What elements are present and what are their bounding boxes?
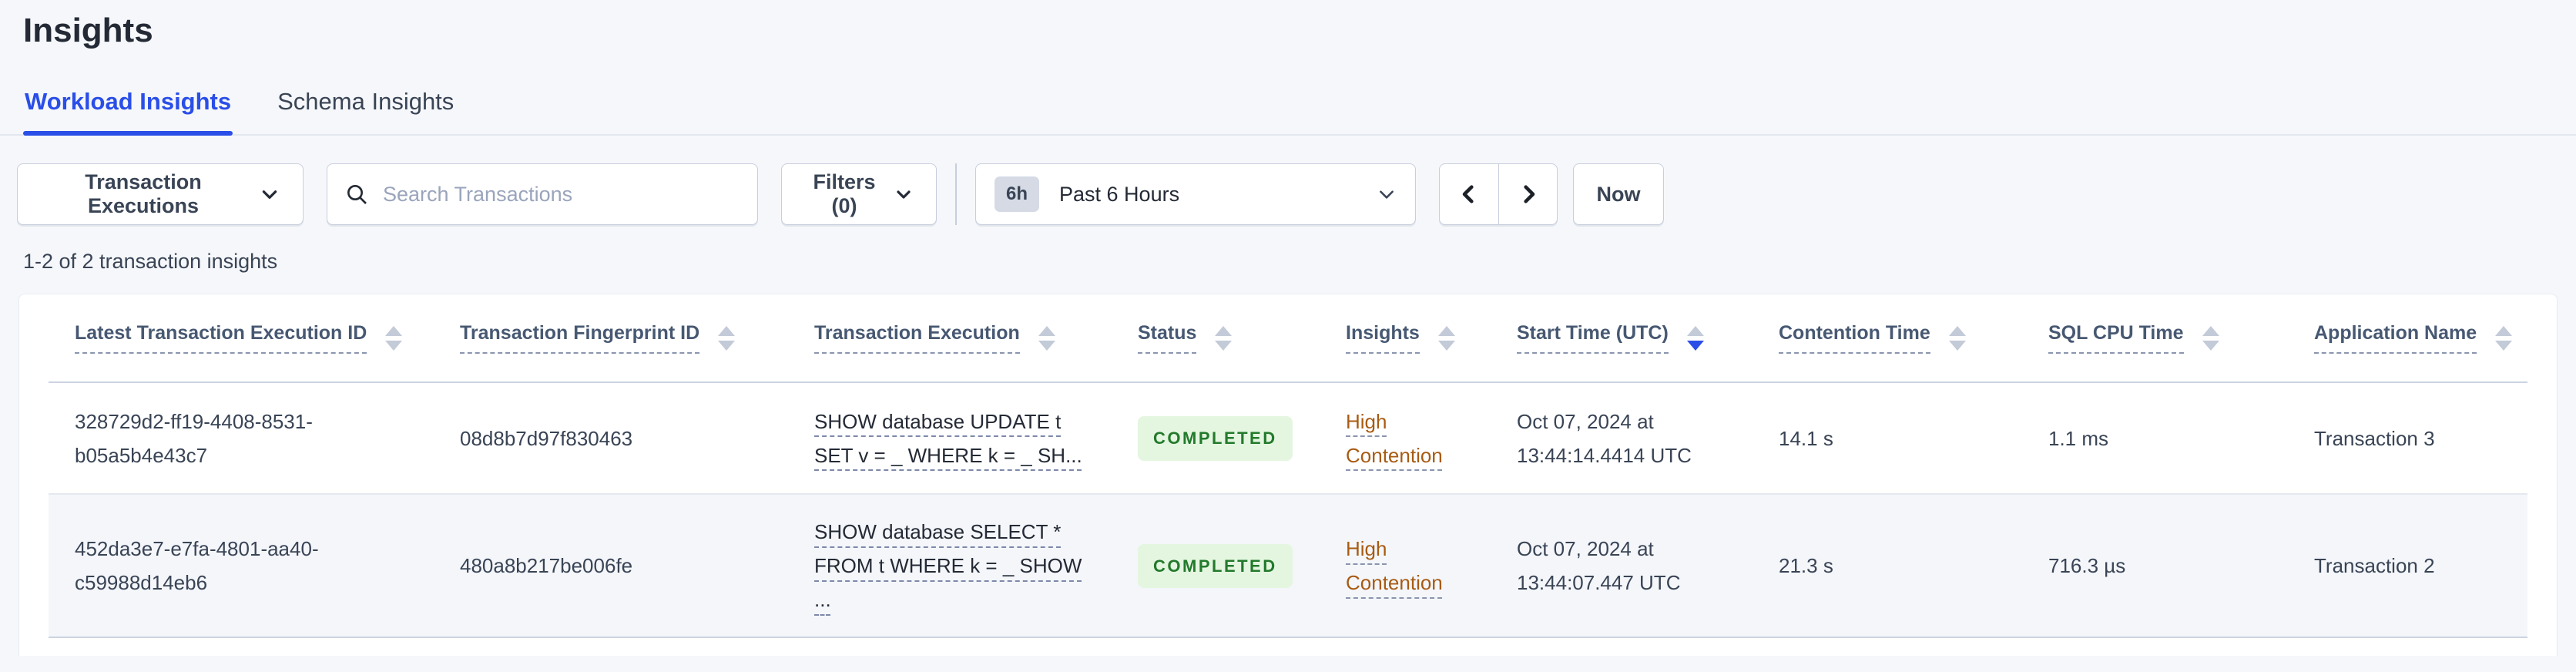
sort-arrows-icon <box>1948 325 1966 351</box>
toolbar: Transaction Executions Filters (0) 6h Pa… <box>17 163 2576 226</box>
table-row: 328729d2-ff19-4408-8531-b05a5b4e43c7 08d… <box>49 383 2527 496</box>
transaction-execution-link[interactable]: SHOW database SELECT * FROM t WHERE k = … <box>814 520 1082 611</box>
table-row: 452da3e7-e7fa-4801-aa40-c59988d14eb6 480… <box>49 495 2527 639</box>
toolbar-divider <box>955 163 957 226</box>
page-title: Insights <box>23 12 153 49</box>
sort-arrows-icon <box>1686 325 1704 351</box>
contention-time-cell: 14.1 s <box>1779 426 1833 450</box>
transaction-execution-link[interactable]: SHOW database UPDATE t SET v = _ WHERE k… <box>814 410 1082 467</box>
column-header-latest-transaction-execution-id[interactable]: Latest Transaction Execution ID <box>49 322 434 354</box>
sql-cpu-time-cell: 1.1 ms <box>2048 426 2109 450</box>
high-contention-link[interactable]: High Contention <box>1346 410 1443 467</box>
chevron-down-icon <box>1377 184 1397 204</box>
column-header-transaction-execution[interactable]: Transaction Execution <box>788 322 1112 354</box>
time-range-pager <box>1439 163 1558 226</box>
now-button-label: Now <box>1596 182 1641 206</box>
transaction-execution-cell: SHOW database SELECT * FROM t WHERE k = … <box>788 515 1112 617</box>
sort-arrows-icon <box>1437 325 1455 351</box>
sort-arrows-icon <box>385 325 403 351</box>
chevron-left-icon <box>1457 180 1481 208</box>
insights-cell: High Contention <box>1320 405 1491 472</box>
search-box <box>327 163 758 226</box>
search-input[interactable] <box>381 181 740 207</box>
sort-arrows-icon <box>718 325 736 351</box>
application-name-cell: Transaction 2 <box>2314 554 2435 578</box>
insights-cell: High Contention <box>1320 532 1491 600</box>
application-name-cell: Transaction 3 <box>2314 426 2435 450</box>
status-badge: COMPLETED <box>1138 543 1293 589</box>
latest-execution-id-cell: 452da3e7-e7fa-4801-aa40-c59988d14eb6 <box>75 537 319 595</box>
start-time-cell: Oct 07, 2024 at 13:44:14.4414 UTC <box>1517 409 1692 467</box>
transaction-insights-table: Latest Transaction Execution ID Transact… <box>49 294 2527 639</box>
high-contention-link[interactable]: High Contention <box>1346 537 1443 594</box>
tab-workload-insights[interactable]: Workload Insights <box>23 85 233 136</box>
chevron-down-icon <box>260 184 280 204</box>
filters-label: Filters (0) <box>813 170 876 218</box>
latest-execution-id-cell: 328729d2-ff19-4408-8531-b05a5b4e43c7 <box>75 409 313 467</box>
column-header-insights[interactable]: Insights <box>1320 322 1491 354</box>
chevron-down-icon <box>894 185 913 203</box>
execution-type-dropdown[interactable]: Transaction Executions <box>17 163 304 226</box>
table-header-row: Latest Transaction Execution ID Transact… <box>49 294 2527 384</box>
sort-arrows-icon <box>2495 325 2513 351</box>
status-cell: COMPLETED <box>1112 543 1320 589</box>
insights-table-card: Latest Transaction Execution ID Transact… <box>18 294 2558 657</box>
fingerprint-id-cell: 480a8b217be006fe <box>460 554 633 578</box>
start-time-cell: Oct 07, 2024 at 13:44:07.447 UTC <box>1517 537 1681 595</box>
sort-arrows-icon <box>2202 325 2219 351</box>
time-range-badge: 6h <box>995 176 1040 213</box>
time-range-label: Past 6 Hours <box>1059 182 1180 206</box>
results-summary: 1-2 of 2 transaction insights <box>23 250 278 274</box>
next-time-range-button[interactable] <box>1498 163 1558 226</box>
fingerprint-id-cell: 08d8b7d97f830463 <box>460 426 633 450</box>
tabs: Workload Insights Schema Insights <box>0 85 2576 136</box>
search-icon <box>344 182 369 207</box>
sort-arrows-icon <box>1215 325 1233 351</box>
tab-schema-insights[interactable]: Schema Insights <box>276 85 455 134</box>
column-header-transaction-fingerprint-id[interactable]: Transaction Fingerprint ID <box>434 322 788 354</box>
column-header-start-time[interactable]: Start Time (UTC) <box>1491 322 1753 354</box>
column-header-contention-time[interactable]: Contention Time <box>1753 322 2022 354</box>
column-header-sql-cpu-time[interactable]: SQL CPU Time <box>2022 322 2288 354</box>
transaction-execution-cell: SHOW database UPDATE t SET v = _ WHERE k… <box>788 405 1112 472</box>
now-button[interactable]: Now <box>1573 163 1664 226</box>
contention-time-cell: 21.3 s <box>1779 554 1833 578</box>
sort-arrows-icon <box>1038 325 1055 351</box>
column-header-application-name[interactable]: Application Name <box>2288 322 2531 354</box>
execution-type-dropdown-label: Transaction Executions <box>85 170 202 218</box>
status-badge: COMPLETED <box>1138 416 1293 461</box>
status-cell: COMPLETED <box>1112 416 1320 461</box>
time-range-picker[interactable]: 6h Past 6 Hours <box>975 163 1416 226</box>
previous-time-range-button[interactable] <box>1439 163 1498 226</box>
column-header-status[interactable]: Status <box>1112 322 1320 354</box>
sql-cpu-time-cell: 716.3 µs <box>2048 554 2126 578</box>
chevron-right-icon <box>1516 180 1541 208</box>
filters-dropdown[interactable]: Filters (0) <box>781 163 937 226</box>
